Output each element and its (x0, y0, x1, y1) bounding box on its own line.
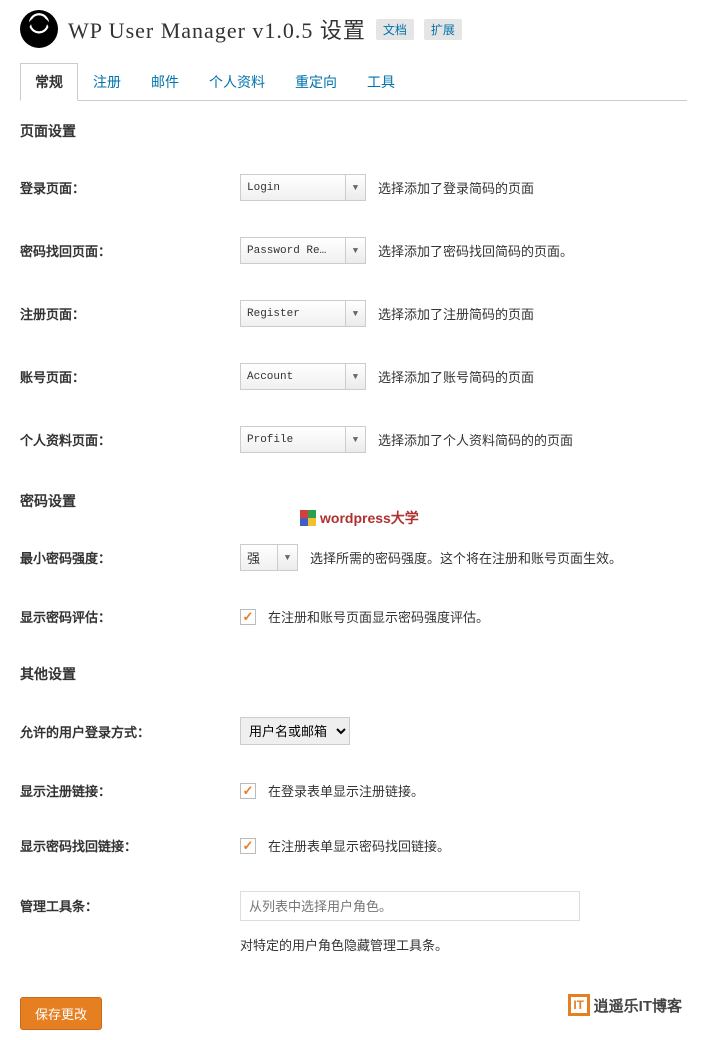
admin-bar-label: 管理工具条： (20, 891, 240, 915)
min-strength-hint: 选择所需的密码强度。这个将在注册和账号页面生效。 (310, 548, 622, 567)
chevron-down-icon: ▼ (345, 364, 365, 389)
account-page-label: 账号页面： (20, 367, 240, 386)
docs-tag[interactable]: 文档 (376, 19, 414, 40)
row-admin-bar: 管理工具条： 对特定的用户角色隐藏管理工具条。 (20, 873, 687, 972)
chevron-down-icon: ▼ (345, 175, 365, 200)
tab-email[interactable]: 邮件 (136, 63, 194, 101)
min-strength-select[interactable]: 强 ▼ (240, 544, 298, 571)
show-pwd-eval-hint: 在注册和账号页面显示密码强度评估。 (268, 607, 489, 626)
show-pwd-link-checkbox[interactable] (240, 838, 256, 854)
password-page-label: 密码找回页面： (20, 241, 240, 260)
chevron-down-icon: ▼ (345, 238, 365, 263)
show-pwd-link-hint: 在注册表单显示密码找回链接。 (268, 836, 450, 855)
register-page-label: 注册页面： (20, 304, 240, 323)
page-header: WP User Manager v1.0.5 设置 文档 扩展 (20, 10, 687, 48)
row-password-page: 密码找回页面： Password Re… ▼ 选择添加了密码找回简码的页面。 (20, 219, 687, 282)
chevron-down-icon: ▼ (345, 301, 365, 326)
profile-page-select[interactable]: Profile ▼ (240, 426, 366, 453)
row-profile-page: 个人资料页面： Profile ▼ 选择添加了个人资料简码的的页面 (20, 408, 687, 471)
section-other-title: 其他设置 (20, 644, 687, 699)
account-page-hint: 选择添加了账号简码的页面 (378, 367, 534, 386)
tab-register[interactable]: 注册 (78, 63, 136, 101)
settings-tabs: 常规 注册 邮件 个人资料 重定向 工具 (20, 63, 687, 101)
row-min-strength: 最小密码强度： 强 ▼ 选择所需的密码强度。这个将在注册和账号页面生效。 (20, 526, 687, 589)
tab-profile[interactable]: 个人资料 (194, 63, 280, 101)
footer-logo-icon: IT (568, 994, 590, 1016)
row-show-pwd-link: 显示密码找回链接： 在注册表单显示密码找回链接。 (20, 818, 687, 873)
row-register-page: 注册页面： Register ▼ 选择添加了注册简码的页面 (20, 282, 687, 345)
show-pwd-eval-checkbox[interactable] (240, 609, 256, 625)
row-login-method: 允许的用户登录方式： 用户名或邮箱 (20, 699, 687, 763)
show-register-hint: 在登录表单显示注册链接。 (268, 781, 424, 800)
login-method-label: 允许的用户登录方式： (20, 722, 240, 741)
show-pwd-link-label: 显示密码找回链接： (20, 836, 240, 855)
footer-logo-text: 逍遥乐IT博客 (594, 995, 682, 1016)
login-method-select[interactable]: 用户名或邮箱 (240, 717, 350, 745)
page-title: WP User Manager v1.0.5 设置 (68, 13, 366, 45)
show-pwd-eval-label: 显示密码评估： (20, 607, 240, 626)
show-register-label: 显示注册链接： (20, 781, 240, 800)
plugin-logo-icon (20, 10, 58, 48)
chevron-down-icon: ▼ (277, 545, 297, 570)
login-page-label: 登录页面： (20, 178, 240, 197)
min-strength-label: 最小密码强度： (20, 548, 240, 567)
row-account-page: 账号页面： Account ▼ 选择添加了账号简码的页面 (20, 345, 687, 408)
save-button[interactable]: 保存更改 (20, 997, 102, 1030)
row-login-page: 登录页面： Login ▼ 选择添加了登录简码的页面 (20, 156, 687, 219)
chevron-down-icon: ▼ (345, 427, 365, 452)
show-register-checkbox[interactable] (240, 783, 256, 799)
section-password-title: 密码设置 (20, 471, 687, 526)
tab-tools[interactable]: 工具 (352, 63, 410, 101)
footer-logo: IT 逍遥乐IT博客 (568, 994, 682, 1016)
row-show-pwd-eval: 显示密码评估： 在注册和账号页面显示密码强度评估。 (20, 589, 687, 644)
profile-page-label: 个人资料页面： (20, 430, 240, 449)
admin-bar-input[interactable] (240, 891, 580, 921)
password-page-hint: 选择添加了密码找回简码的页面。 (378, 241, 573, 260)
row-show-register-link: 显示注册链接： 在登录表单显示注册链接。 (20, 763, 687, 818)
login-page-select[interactable]: Login ▼ (240, 174, 366, 201)
register-page-select[interactable]: Register ▼ (240, 300, 366, 327)
admin-bar-hint: 对特定的用户角色隐藏管理工具条。 (240, 935, 448, 954)
extensions-tag[interactable]: 扩展 (424, 19, 462, 40)
register-page-hint: 选择添加了注册简码的页面 (378, 304, 534, 323)
login-page-hint: 选择添加了登录简码的页面 (378, 178, 534, 197)
profile-page-hint: 选择添加了个人资料简码的的页面 (378, 430, 573, 449)
tab-general[interactable]: 常规 (20, 63, 78, 101)
password-page-select[interactable]: Password Re… ▼ (240, 237, 366, 264)
tab-redirect[interactable]: 重定向 (280, 63, 352, 101)
section-pages-title: 页面设置 (20, 101, 687, 156)
account-page-select[interactable]: Account ▼ (240, 363, 366, 390)
